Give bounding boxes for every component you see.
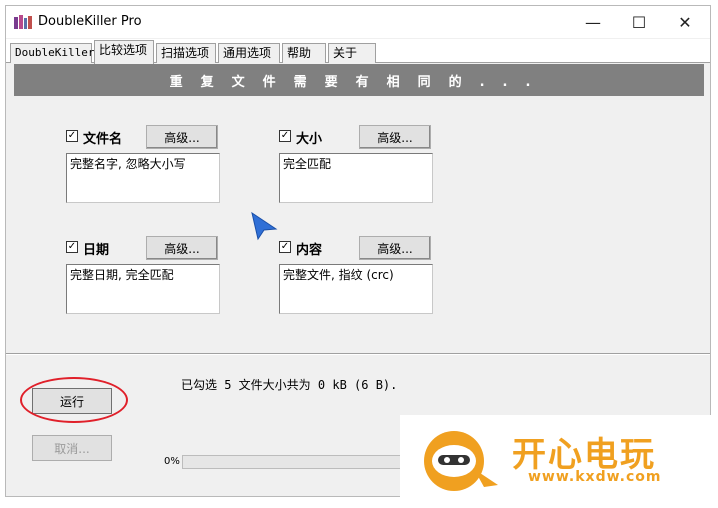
tab-doublekiller[interactable]: DoubleKiller (10, 43, 94, 63)
watermark-url: www.kxdw.com (528, 469, 662, 485)
title-bar[interactable]: DoubleKiller Pro — ☐ ✕ (6, 6, 710, 38)
criterion-filename: ✓ 文件名 高级... 完整名字, 忽略大小写 (66, 125, 226, 203)
watermark-logo-icon (424, 431, 498, 491)
date-description: 完整日期, 完全匹配 (66, 264, 220, 314)
size-checkbox[interactable]: ✓ (279, 130, 291, 142)
size-advanced-button[interactable]: 高级... (359, 125, 431, 149)
window-title: DoubleKiller Pro (38, 14, 142, 29)
tab-scan-options[interactable]: 扫描选项 (156, 43, 216, 63)
date-advanced-button[interactable]: 高级... (146, 236, 218, 260)
criterion-size: ✓ 大小 高级... 完全匹配 (279, 125, 439, 203)
tab-about[interactable]: 关于 (328, 43, 376, 63)
app-icon (14, 15, 32, 29)
date-label: 日期 (83, 243, 110, 258)
maximize-button[interactable]: ☐ (616, 6, 662, 38)
minimize-icon: — (585, 12, 601, 32)
progress-percent: 0% (164, 456, 180, 467)
tab-general-options[interactable]: 通用选项 (218, 43, 280, 63)
filename-advanced-button[interactable]: 高级... (146, 125, 218, 149)
close-icon: ✕ (678, 12, 692, 32)
cursor-arrow-icon (251, 211, 278, 241)
filename-label: 文件名 (83, 132, 123, 147)
divider (6, 353, 710, 355)
criterion-content: ✓ 内容 高级... 完整文件, 指纹 (crc) (279, 236, 439, 314)
tab-bar: DoubleKiller 比较选项 扫描选项 通用选项 帮助 关于 (6, 39, 710, 64)
content-label: 内容 (296, 243, 323, 258)
minimize-button[interactable]: — (570, 6, 616, 38)
watermark: 开心电玩 www.kxdw.com (400, 415, 718, 508)
content-checkbox[interactable]: ✓ (279, 241, 291, 253)
status-text: 已勾选 5 文件大小共为 0 kB (6 B). (181, 378, 398, 392)
criterion-date: ✓ 日期 高级... 完整日期, 完全匹配 (66, 236, 226, 314)
content-description: 完整文件, 指纹 (crc) (279, 264, 433, 314)
highlight-annotation (20, 377, 128, 423)
content-advanced-button[interactable]: 高级... (359, 236, 431, 260)
cancel-button[interactable]: 取消... (32, 435, 112, 461)
tab-compare-options[interactable]: 比较选项 (94, 40, 154, 64)
date-checkbox[interactable]: ✓ (66, 241, 78, 253)
close-button[interactable]: ✕ (662, 6, 708, 38)
section-banner: 重复文件需要有相同的... (14, 64, 704, 96)
maximize-icon: ☐ (631, 12, 647, 32)
filename-checkbox[interactable]: ✓ (66, 130, 78, 142)
filename-description: 完整名字, 忽略大小写 (66, 153, 220, 203)
size-label: 大小 (296, 132, 323, 147)
tab-help[interactable]: 帮助 (282, 43, 326, 63)
size-description: 完全匹配 (279, 153, 433, 203)
